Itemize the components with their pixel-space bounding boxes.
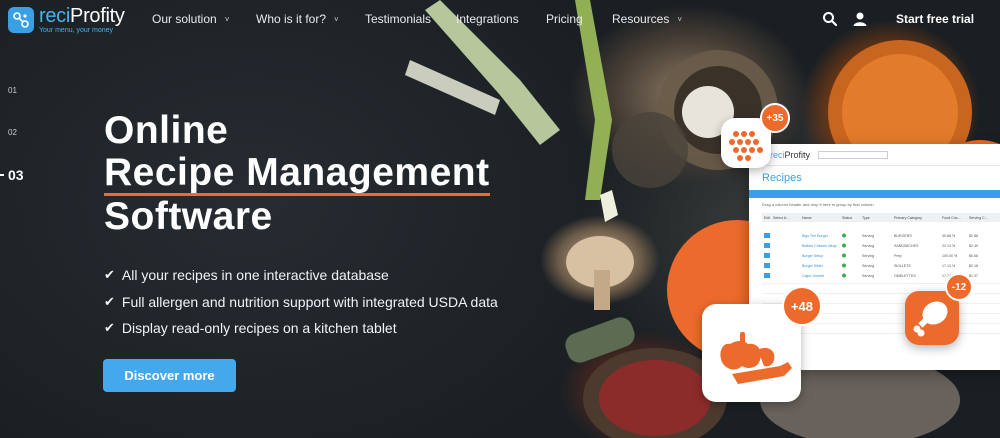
table-header: Food Cos...: [942, 216, 961, 220]
table-cell: SANDWICHES: [894, 244, 919, 248]
table-cell: OMELETTES: [894, 274, 916, 278]
chevron-down-icon: ˅: [677, 14, 683, 24]
table-header: Type: [862, 216, 870, 220]
table-cell: $2.88: [969, 234, 978, 238]
brand-logo[interactable]: reciProfity Your menu, your money: [8, 6, 125, 34]
table-row: Cajun Omelet Serving OMELETTES 17.71 % $…: [764, 273, 978, 278]
slide-indicator-03[interactable]: 03: [8, 167, 24, 183]
table-row: Buffalo Chicken Wrap Serving SANDWICHES …: [764, 243, 978, 248]
checkmark-icon: ✔: [104, 293, 115, 309]
app-logo-prefix: reci: [770, 149, 785, 160]
start-free-trial-button[interactable]: Start free trial: [896, 12, 974, 26]
hero-title-line-2: Recipe Management: [104, 151, 490, 196]
chicken-leg-icon: [913, 301, 948, 337]
table-cell: BURGERS: [894, 234, 912, 238]
user-icon[interactable]: [852, 11, 868, 27]
table-cell: Cajun Omelet: [802, 274, 824, 278]
table-cell: $0.66: [969, 254, 978, 258]
table-row: Burger Setup Serving Prep 100.00 % $0.66: [764, 253, 978, 258]
table-cell: Prep: [894, 254, 902, 258]
feature-item: ✔ Full allergen and nutrition support wi…: [104, 289, 498, 316]
table-cell: Buffalo Chicken Wrap: [802, 244, 837, 248]
nav-who-is-it-for[interactable]: Who is it for? ˅: [256, 12, 365, 26]
table-cell: $2.18: [969, 264, 978, 268]
table-row: Burger Slider Serving SKILLETS 17.13 % $…: [764, 263, 978, 268]
app-group-hint: Drag a column header and drop it here to…: [762, 202, 874, 207]
top-navigation: reciProfity Your menu, your money Our so…: [0, 0, 1000, 40]
table-cell: 40.88 %: [942, 234, 956, 238]
feature-text: Display read-only recipes on a kitchen t…: [121, 320, 397, 337]
table-cell: 100.00 %: [942, 254, 958, 258]
slide-indicator-01[interactable]: 01: [8, 86, 17, 95]
feature-text: Full allergen and nutrition support with…: [121, 293, 498, 310]
meat-card: [905, 291, 959, 345]
table-header: Select A...: [773, 216, 789, 220]
table-cell: Serving: [862, 244, 874, 248]
checkmark-icon: ✔: [104, 267, 115, 283]
main-menu: Our solution ˅ Who is it for? ˅ Testimon…: [152, 12, 682, 26]
table-header: Edit: [764, 216, 770, 220]
logo-name-prefix: reci: [39, 5, 71, 27]
app-heading: Recipes: [762, 172, 802, 184]
discover-more-button[interactable]: Discover more: [103, 359, 236, 392]
table-cell: $1.37: [969, 274, 978, 278]
table-cell: Serving: [862, 274, 874, 278]
badge-plus-35: +35: [760, 103, 790, 133]
slide-indicator-02[interactable]: 02: [8, 128, 17, 137]
feature-list: ✔ All your recipes in one interactive da…: [104, 262, 498, 342]
app-select-box: [818, 150, 889, 159]
nav-item-label: Integrations: [456, 12, 519, 26]
search-icon[interactable]: [822, 11, 838, 27]
hero-title-line-1: Online: [104, 109, 229, 152]
table-header: Status: [842, 216, 852, 220]
nav-item-label: Who is it for?: [256, 12, 327, 26]
table-header: Serving C...: [969, 216, 988, 220]
table-cell: 22.13 %: [942, 244, 956, 248]
app-toolbar-bar: [749, 190, 1000, 198]
table-cell: Serving: [862, 264, 874, 268]
nav-resources[interactable]: Resources ˅: [612, 12, 682, 26]
nav-item-label: Resources: [612, 12, 670, 26]
chevron-down-icon: ˅: [334, 14, 339, 24]
logo-tagline: Your menu, your money: [39, 27, 114, 34]
table-row: Bigs The Burger Serving BURGERS 40.88 % …: [764, 233, 978, 238]
chevron-down-icon: ˅: [224, 14, 230, 24]
hero-title-line-3: Software: [104, 195, 273, 238]
table-header: Primary Category: [894, 216, 922, 220]
app-logo-suffix: Profity: [784, 149, 811, 160]
nav-integrations[interactable]: Integrations: [456, 12, 546, 26]
table-cell: $2.40: [969, 244, 978, 248]
table-cell: Burger Slider: [802, 264, 824, 268]
nav-item-label: Testimonials: [365, 12, 432, 26]
table-cell: Serving: [862, 234, 874, 238]
feature-text: All your recipes in one interactive data…: [121, 267, 389, 284]
table-cell: Burger Setup: [802, 254, 823, 258]
table-cell: 17.13 %: [942, 264, 956, 268]
badge-plus-48: +48: [782, 286, 822, 326]
nav-pricing[interactable]: Pricing: [546, 12, 612, 26]
table-cell: SKILLETS: [894, 264, 911, 268]
table-cell: Serving: [862, 254, 874, 258]
table-header: Name: [802, 216, 812, 220]
nav-testimonials[interactable]: Testimonials: [365, 12, 456, 26]
feature-item: ✔ Display read-only recipes on a kitchen…: [104, 315, 498, 342]
feature-item: ✔ All your recipes in one interactive da…: [104, 262, 498, 289]
active-slide-marker: [0, 174, 4, 176]
nav-item-label: Pricing: [546, 12, 583, 26]
logo-name-suffix: Profity: [70, 5, 125, 27]
badge-minus-12: -12: [945, 273, 973, 301]
checkmark-icon: ✔: [104, 320, 115, 336]
logo-icon: [8, 7, 34, 33]
table-cell: Bigs The Burger: [802, 234, 829, 238]
nav-item-label: Our solution: [152, 12, 217, 26]
hero-title: Online Recipe Management Software: [104, 110, 490, 238]
nav-our-solution[interactable]: Our solution ˅: [152, 12, 256, 26]
